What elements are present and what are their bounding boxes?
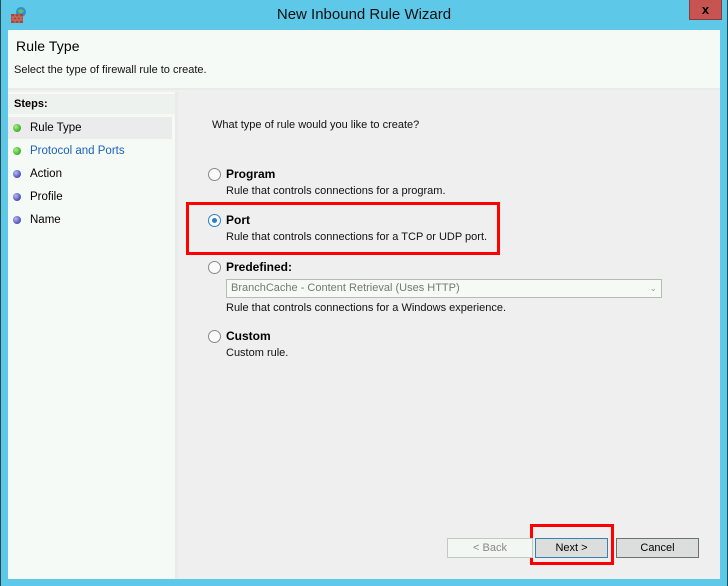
step-label[interactable]: Protocol and Ports xyxy=(30,145,125,157)
step-action: Action xyxy=(8,163,172,185)
window-left-edge xyxy=(0,0,1,586)
step-pending-icon xyxy=(13,216,21,224)
predefined-radio[interactable] xyxy=(208,261,221,274)
predefined-select[interactable]: BranchCache - Content Retrieval (Uses HT… xyxy=(226,279,662,298)
step-pending-icon xyxy=(13,193,21,201)
chevron-down-icon[interactable]: ⌄ xyxy=(649,280,657,297)
program-radio[interactable] xyxy=(208,168,221,181)
page-title: Rule Type xyxy=(16,38,80,54)
predefined-label[interactable]: Predefined: xyxy=(226,260,292,274)
window-title: New Inbound Rule Wizard xyxy=(276,6,452,23)
step-protocol-and-ports[interactable]: Protocol and Ports xyxy=(8,140,172,162)
wizard-client-area: Rule Type Select the type of firewall ru… xyxy=(8,30,720,579)
step-name: Name xyxy=(8,209,172,231)
port-label[interactable]: Port xyxy=(226,213,250,227)
step-complete-icon xyxy=(13,147,21,155)
port-description: Rule that controls connections for a TCP… xyxy=(226,231,488,243)
step-profile: Profile xyxy=(8,186,172,208)
step-label: Rule Type xyxy=(30,122,82,134)
back-button[interactable]: < Back xyxy=(447,538,533,558)
custom-description: Custom rule. xyxy=(226,347,289,359)
steps-title: Steps: xyxy=(14,98,48,110)
wizard-header: Rule Type Select the type of firewall ru… xyxy=(8,30,720,90)
predefined-select-value: BranchCache - Content Retrieval (Uses HT… xyxy=(231,282,460,294)
close-icon: x xyxy=(701,2,710,17)
step-label: Action xyxy=(30,168,62,180)
main-panel: What type of rule would you like to crea… xyxy=(178,92,720,579)
rule-type-question: What type of rule would you like to crea… xyxy=(212,119,420,131)
custom-label[interactable]: Custom xyxy=(226,329,271,343)
close-button[interactable]: x xyxy=(689,0,722,20)
custom-radio[interactable] xyxy=(208,330,221,343)
step-complete-icon xyxy=(13,124,21,132)
page-subtitle: Select the type of firewall rule to crea… xyxy=(14,64,207,76)
predefined-description: Rule that controls connections for a Win… xyxy=(226,302,507,314)
step-label: Name xyxy=(30,214,61,226)
step-rule-type: Rule Type xyxy=(8,117,172,139)
program-label[interactable]: Program xyxy=(226,167,275,181)
title-bar[interactable]: New Inbound Rule Wizard x xyxy=(0,0,728,30)
steps-panel: Steps: Rule Type Protocol and Ports Acti… xyxy=(8,92,178,579)
cancel-button[interactable]: Cancel xyxy=(616,538,699,558)
program-description: Rule that controls connections for a pro… xyxy=(226,185,446,197)
step-pending-icon xyxy=(13,170,21,178)
port-radio[interactable] xyxy=(208,214,221,227)
step-label: Profile xyxy=(30,191,63,203)
next-button[interactable]: Next > xyxy=(535,538,608,558)
